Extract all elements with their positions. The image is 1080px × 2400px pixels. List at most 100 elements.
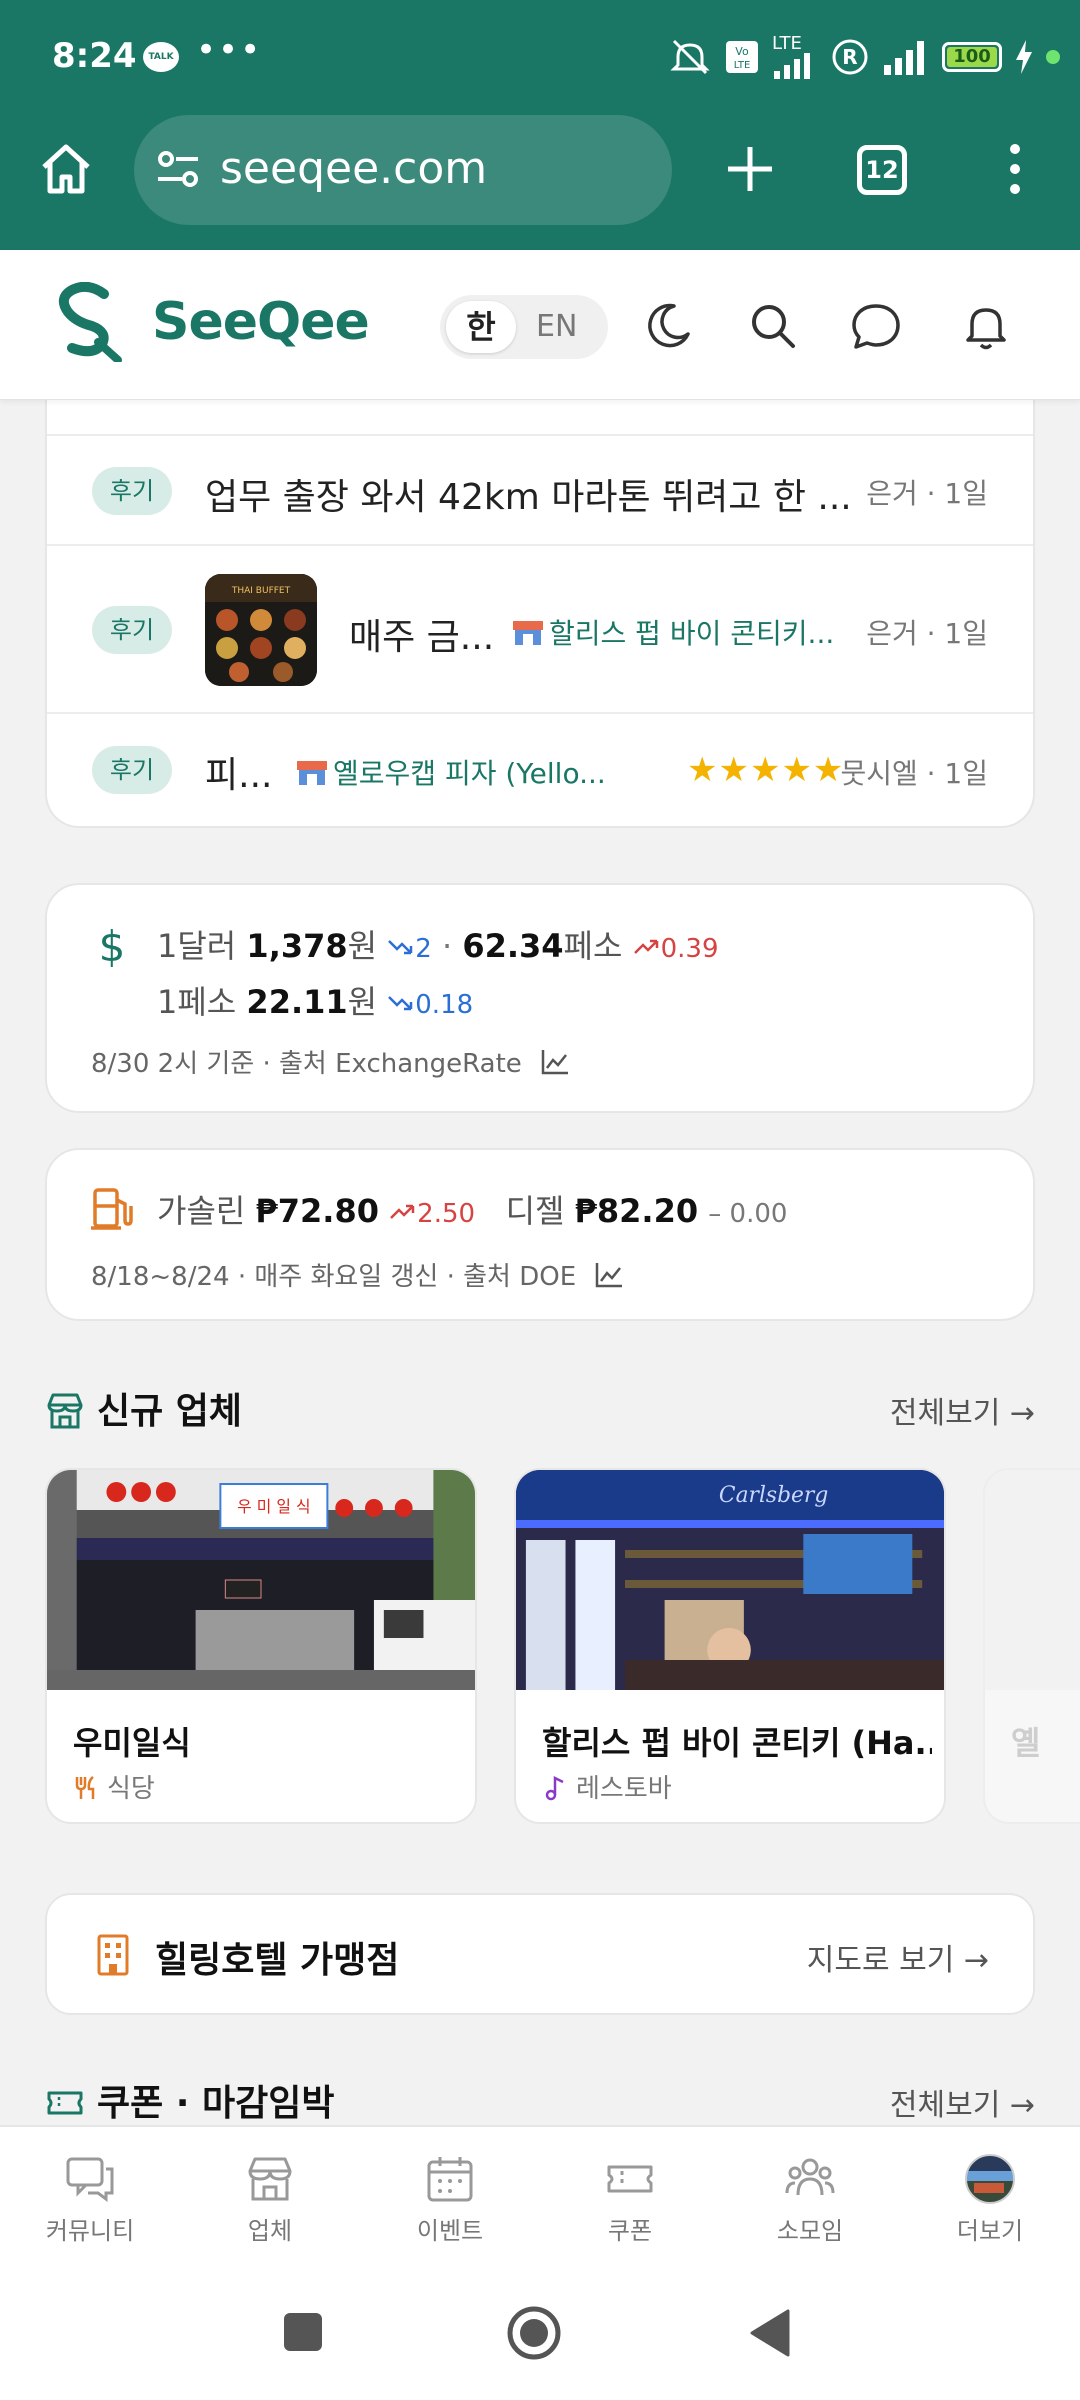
business-card[interactable]: 옐	[983, 1468, 1080, 1824]
site-settings-icon[interactable]	[154, 145, 204, 195]
business-category: 레스토바	[542, 1768, 672, 1805]
ticket-icon	[47, 2091, 83, 2115]
thumb-caption: THAI BUFFET	[231, 586, 291, 596]
svg-text:R: R	[842, 45, 857, 69]
battery-icon: 100	[942, 42, 1002, 72]
roaming-icon: R	[832, 39, 868, 75]
php-krw-change: 0.18	[387, 990, 473, 1020]
signal-icon	[774, 53, 810, 79]
bell-icon[interactable]	[958, 298, 1014, 354]
usd-krw-change: 2	[387, 934, 432, 964]
business-name[interactable]: 우미일식	[73, 1718, 463, 1764]
gasoline-change: 2.50	[389, 1199, 475, 1229]
business-card[interactable]: 우 미 일 식 우미일식 식당	[45, 1468, 477, 1824]
recents-icon[interactable]	[282, 2311, 324, 2353]
privacy-dot-icon	[1046, 50, 1060, 64]
php-label: 1페소	[157, 983, 237, 1021]
nav-business[interactable]: 업체	[200, 2153, 340, 2246]
review-item[interactable]: 후기 피... 옐로우캡 피자 (Yello... ★★★★★ 뭇시엘 · 1일	[47, 712, 1033, 826]
url-text[interactable]: seeqee.com	[220, 143, 487, 194]
dark-mode-icon[interactable]	[640, 298, 696, 354]
network-type: LTE	[772, 33, 802, 54]
tabs-icon[interactable]: 12	[857, 145, 907, 195]
system-navigation-bar	[0, 2265, 1080, 2400]
review-title[interactable]: 매주 금...	[349, 608, 499, 660]
ticket-icon	[607, 2165, 653, 2193]
avatar	[965, 2154, 1015, 2204]
review-thumbnail[interactable]: THAI BUFFET	[205, 574, 317, 686]
review-place-link[interactable]: 할리스 펍 바이 콘티키...	[513, 612, 893, 652]
nav-community[interactable]: 커뮤니티	[20, 2153, 160, 2246]
nav-coupons[interactable]: 쿠폰	[560, 2153, 700, 2246]
business-name[interactable]: 옐	[1011, 1718, 1080, 1764]
lang-ko-option[interactable]: 한	[446, 301, 516, 353]
healing-hotel-banner[interactable]: 힐링호텔 가맹점 지도로 보기 →	[45, 1893, 1035, 2015]
svg-text:Vo: Vo	[735, 45, 749, 58]
review-meta: 은거 · 1일	[866, 477, 988, 510]
charging-icon	[1016, 40, 1032, 74]
home-icon[interactable]	[36, 139, 96, 199]
fuel-line: 가솔린 ₱72.80 2.50 디젤 ₱82.20 – 0.00	[157, 1186, 787, 1232]
review-item[interactable]: 후기 THAI BUFFET 매주 금... 할리스 펍 바이 콘티키... 은…	[47, 544, 1033, 712]
krw-unit: 원	[347, 927, 378, 965]
trend-down-icon	[388, 940, 413, 955]
search-icon[interactable]	[745, 298, 801, 354]
review-meta: 뭇시엘 · 1일	[840, 757, 988, 790]
php-unit: 페소	[563, 927, 623, 965]
lang-en-option[interactable]: EN	[536, 301, 577, 353]
fuel-pump-icon	[91, 1188, 133, 1230]
volte-icon: Vo LTE	[726, 41, 758, 73]
bottom-navigation: 커뮤니티 업체 이벤트 쿠폰 소모임 더보기	[0, 2125, 1080, 2265]
bar-sign: Carlsberg	[719, 1483, 828, 1508]
chat-icon[interactable]	[848, 298, 904, 354]
trend-down-icon	[388, 996, 413, 1011]
chart-icon[interactable]	[540, 1048, 570, 1076]
store-emoji-icon	[513, 621, 543, 645]
browser-toolbar: seeqee.com 12	[0, 115, 1080, 250]
business-photo[interactable]	[985, 1470, 1080, 1690]
logo-icon[interactable]	[52, 282, 124, 362]
fuel-price-card[interactable]: 가솔린 ₱72.80 2.50 디젤 ₱82.20 – 0.00 8/18~8/…	[45, 1148, 1035, 1321]
business-name[interactable]: 할리스 펍 바이 콘티키 (Ha...	[542, 1718, 932, 1764]
business-photo[interactable]: Carlsberg	[516, 1470, 944, 1690]
kakaotalk-notification-icon: TALK	[143, 42, 179, 72]
review-title[interactable]: 피...	[205, 746, 285, 798]
trend-up-icon	[390, 1204, 415, 1219]
address-bar[interactable]: seeqee.com	[134, 115, 672, 225]
nav-groups[interactable]: 소모임	[740, 2153, 880, 2246]
diesel-label: 디젤	[505, 1192, 565, 1230]
review-place-link[interactable]: 옐로우캡 피자 (Yello...	[297, 752, 667, 792]
svg-text:$: $	[99, 923, 126, 969]
nav-more[interactable]: 더보기	[920, 2153, 1060, 2246]
menu-icon[interactable]	[1000, 139, 1030, 199]
diesel-change: – 0.00	[708, 1199, 788, 1229]
status-time: 8:24	[52, 36, 137, 76]
usd-krw-value: 1,378	[246, 927, 348, 965]
diesel-price: ₱82.20	[574, 1192, 699, 1230]
plus-icon[interactable]	[720, 139, 780, 199]
building-icon	[97, 1934, 129, 1976]
gasoline-label: 가솔린	[157, 1192, 246, 1230]
review-title[interactable]: 업무 출장 와서 42km 마라톤 뛰려고 한 ...	[205, 468, 885, 520]
usd-php-value: 62.34	[462, 927, 564, 965]
new-businesses-heading: 신규 업체	[45, 1382, 242, 1434]
brand-name[interactable]: SeeQee	[152, 292, 370, 352]
view-on-map-link[interactable]: 지도로 보기 →	[807, 1935, 989, 1979]
new-businesses-see-all-link[interactable]: 전체보기 →	[890, 1388, 1035, 1432]
business-card[interactable]: Carlsberg 할리스 펍 바이 콘티키 (Ha... 레스토바	[514, 1468, 946, 1824]
coupons-see-all-link[interactable]: 전체보기 →	[890, 2080, 1035, 2124]
business-category: 식당	[73, 1768, 155, 1805]
star-rating: ★★★★★	[687, 750, 845, 790]
back-icon[interactable]	[746, 2307, 794, 2359]
nav-events[interactable]: 이벤트	[380, 2153, 520, 2246]
chart-icon[interactable]	[594, 1261, 624, 1289]
home-button-icon[interactable]	[506, 2305, 562, 2361]
language-toggle[interactable]: 한 EN	[440, 295, 608, 359]
gasoline-price: ₱72.80	[255, 1192, 379, 1230]
review-item[interactable]: 후기 업무 출장 와서 42km 마라톤 뛰려고 한 ... 은거 · 1일	[47, 434, 1033, 544]
app-header: SeeQee 한 EN	[0, 250, 1080, 400]
business-photo[interactable]: 우 미 일 식	[47, 1470, 475, 1690]
calendar-icon	[427, 2157, 473, 2202]
signal-icon	[884, 41, 924, 75]
exchange-rate-card[interactable]: $ 1달러 1,378원 2 · 62.34페소 0.39 1페소 22.11원…	[45, 883, 1035, 1113]
